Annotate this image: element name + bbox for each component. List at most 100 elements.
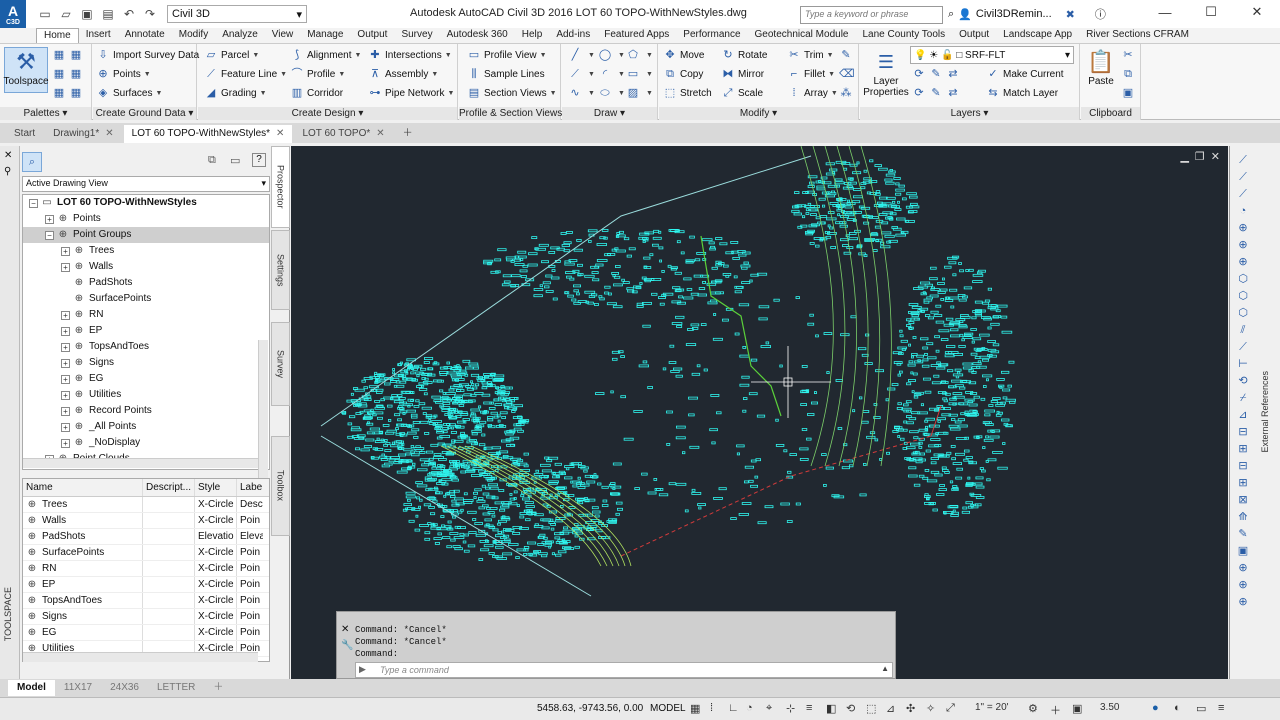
toolbar-tool-icon[interactable]: ⟰	[1234, 509, 1252, 525]
tree-h-scrollbar[interactable]	[23, 458, 258, 468]
expand-icon[interactable]: +	[61, 262, 70, 272]
column-header[interactable]: Style	[195, 479, 237, 496]
ribbon-tab[interactable]: Insert	[79, 28, 118, 43]
ribbon-tab[interactable]: Modify	[172, 28, 215, 43]
isolate-icon[interactable]: ◐	[1174, 702, 1181, 714]
expand-icon[interactable]: +	[61, 406, 70, 416]
polar-icon[interactable]: ◔	[746, 702, 753, 714]
line-tool[interactable]: ╱ ▼	[568, 46, 595, 64]
column-header[interactable]: Labe	[237, 479, 263, 496]
ribbon-tab[interactable]: Output	[952, 28, 996, 43]
layers-panel-title[interactable]: Layers ▾	[860, 107, 1079, 120]
toolbar-tool-icon[interactable]: ⌿	[1234, 390, 1252, 406]
toolbar-tool-icon[interactable]: ⬡	[1234, 271, 1252, 287]
exchange-icon[interactable]: ✖	[1066, 8, 1075, 21]
ribbon-tab[interactable]: Output	[350, 28, 394, 43]
wrench-icon[interactable]: 🔧	[341, 640, 353, 651]
tree-item[interactable]: + ⊕ _All Points	[23, 419, 269, 435]
close-icon[interactable]: ✕	[4, 150, 12, 161]
layout-tab[interactable]: 24X36	[101, 680, 148, 696]
auto-scale-icon[interactable]: ⤢	[946, 702, 955, 715]
spline-tool[interactable]: ∿ ▼	[568, 84, 595, 102]
points-button[interactable]: ⊕ Points ▼	[96, 65, 150, 83]
saveas-icon[interactable]: ▤	[99, 5, 117, 23]
toolbar-tool-icon[interactable]: ⊕	[1234, 220, 1252, 236]
ribbon-tab[interactable]: Add-ins	[549, 28, 597, 43]
restore-icon[interactable]: ❐	[1195, 150, 1205, 163]
rectangle-tool[interactable]: ▭ ▼	[626, 65, 653, 83]
ribbon-tab[interactable]: Performance	[676, 28, 747, 43]
layout-tab[interactable]: 11X17	[55, 680, 101, 696]
annotation-visibility-icon[interactable]: ✧	[926, 702, 935, 715]
toolbar-tool-icon[interactable]: ⊕	[1234, 577, 1252, 593]
expand-icon[interactable]: +	[61, 390, 70, 400]
list-h-scrollbar[interactable]	[23, 652, 258, 662]
paste-button[interactable]: 📋 Paste	[1085, 48, 1117, 94]
osnap-icon[interactable]: ⌖	[766, 702, 772, 715]
document-tab[interactable]: LOT 60 TOPO-WithNewStyles* ✕	[123, 125, 293, 143]
close-icon[interactable]: ✕	[376, 125, 384, 143]
table-row[interactable]: ⊕ PadShots Elevatio Eleva	[23, 529, 269, 545]
column-header[interactable]: Descript...	[143, 479, 195, 496]
ribbon-tab[interactable]: Lane County Tools	[855, 28, 952, 43]
clean-screen-icon[interactable]: ▭	[1196, 702, 1206, 715]
tree-item[interactable]: +⊕SurfacePoints	[23, 291, 269, 307]
toolbar-tool-icon[interactable]: ⟋	[1234, 186, 1252, 202]
layout-tab[interactable]: Model	[8, 680, 55, 696]
close-icon[interactable]: ✕	[341, 624, 349, 635]
parcel-button[interactable]: ▱ Parcel ▼	[204, 46, 260, 64]
expand-icon[interactable]: +	[61, 310, 70, 320]
ribbon-tab[interactable]: Home	[36, 28, 79, 43]
toolspace-strip[interactable]: ✕ ⚲ TOOLSPACE	[0, 146, 20, 681]
draw-panel-title[interactable]: Draw ▾	[562, 107, 657, 120]
match-layer-button[interactable]: ⇆ Match Layer	[986, 84, 1058, 102]
expand-icon[interactable]: +	[61, 246, 70, 256]
table-row[interactable]: ⊕ RN X-Circle Poin	[23, 561, 269, 577]
rotate-button[interactable]: ↻ Rotate	[721, 46, 767, 64]
tree-item[interactable]: + ⊕ Trees	[23, 243, 269, 259]
move-button[interactable]: ✥ Move	[663, 46, 704, 64]
tree-item[interactable]: + ⊕ TopsAndToes	[23, 339, 269, 355]
layer-select[interactable]: 💡 ☀ 🔓 □ SRF-FLT ▾	[910, 46, 1074, 64]
ribbon-tab[interactable]: Landscape App	[996, 28, 1079, 43]
ribbon-tab[interactable]: River Sections CFRAM	[1079, 28, 1196, 43]
make-current-button[interactable]: ✓ Make Current	[986, 65, 1063, 83]
tree-item[interactable]: − ⊕ Point Groups	[23, 227, 269, 243]
ribbon-tab[interactable]: Autodesk 360	[440, 28, 515, 43]
layer-tools-row-2[interactable]: ⟳ ✎ ⇄	[912, 84, 963, 102]
match-prop-icon[interactable]: ▣	[1121, 84, 1138, 102]
ribbon-tab[interactable]: Survey	[394, 28, 439, 43]
toolbar-tool-icon[interactable]: ⊟	[1234, 424, 1252, 440]
tree-item[interactable]: + ⊕ _NoDisplay	[23, 435, 269, 451]
toolspace-tab-toolbox[interactable]: Toolbox	[271, 436, 290, 536]
tree-item[interactable]: + ⊕ Signs	[23, 355, 269, 371]
expand-icon[interactable]: +	[61, 358, 70, 368]
tree-item[interactable]: + ⊕ Walls	[23, 259, 269, 275]
table-row[interactable]: ⊕ Trees X-Circle Desc	[23, 497, 269, 513]
explode-icon[interactable]: ⁂	[839, 84, 856, 102]
external-references-tab[interactable]: External References	[1260, 371, 1270, 453]
intersections-button[interactable]: ✚ Intersections ▼	[368, 46, 451, 64]
expand-icon[interactable]: +	[61, 438, 70, 448]
expand-icon[interactable]: +	[45, 214, 54, 224]
toolbar-tool-icon[interactable]: ⊞	[1234, 441, 1252, 457]
minimize-icon[interactable]: —	[1142, 0, 1188, 24]
table-row[interactable]: ⊕ Signs X-Circle Poin	[23, 609, 269, 625]
maximize-icon[interactable]: ☐	[1188, 0, 1234, 24]
array-button[interactable]: ⁞ Array ▼	[787, 84, 837, 102]
copy-clip-icon[interactable]: ⧉	[1121, 65, 1138, 83]
new-tab-icon[interactable]: ＋	[395, 125, 421, 143]
toolbar-tool-icon[interactable]: ⟋	[1234, 152, 1252, 168]
ribbon-tab[interactable]: View	[265, 28, 301, 43]
table-row[interactable]: ⊕ EP X-Circle Poin	[23, 577, 269, 593]
tree-item[interactable]: + ⊕ Points	[23, 211, 269, 227]
palette-icon-2[interactable]: ▦ ▦	[52, 65, 86, 83]
model-space-button[interactable]: MODEL	[650, 703, 686, 714]
otrack-icon[interactable]: ⊹	[786, 702, 795, 715]
undo-icon[interactable]: ↶	[120, 5, 138, 23]
ellipse-tool[interactable]: ⬭ ▼	[598, 84, 625, 102]
sample-lines-button[interactable]: ⫼ Sample Lines	[467, 65, 544, 83]
pencil-icon[interactable]: ✎	[839, 46, 856, 64]
3d-osnap-icon[interactable]: ⬚	[866, 702, 876, 715]
search-input[interactable]: Type a keyword or phrase	[800, 6, 943, 24]
